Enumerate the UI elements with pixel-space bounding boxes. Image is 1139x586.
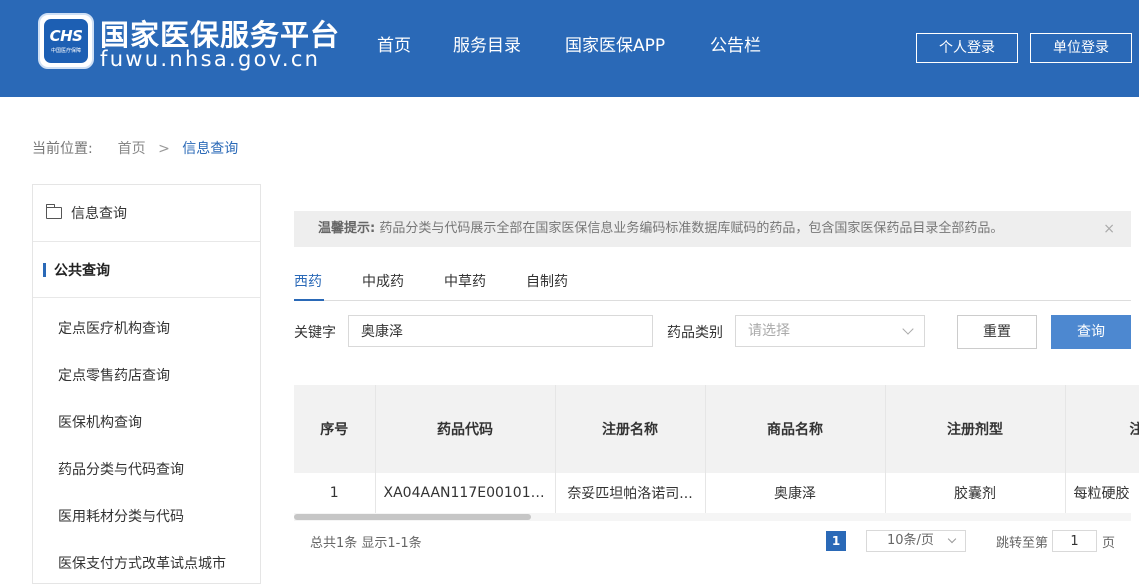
active-indicator [43,262,46,277]
sidebar: 信息查询 公共查询 定点医疗机构查询 定点零售药店查询 医保机构查询 药品分类与… [32,184,261,584]
keyword-label: 关键字 [294,325,336,341]
sidebar-head[interactable]: 信息查询 [33,185,260,242]
nav-service-catalog[interactable]: 服务目录 [453,31,521,56]
results-table-container: 序号 药品代码 注册名称 商品名称 注册剂型 注 1 XA04AAN117E00… [294,385,1139,513]
page-size-select[interactable]: 10条/页 [866,530,966,552]
tab-chinese-herbal[interactable]: 中草药 [444,271,486,291]
column-header-dosage-form: 注册剂型 [885,385,1066,473]
breadcrumb-prefix: 当前位置: [32,141,93,157]
pagination-total: 总共1条 显示1-1条 [310,536,422,551]
breadcrumb-separator-icon: > [158,141,170,157]
drug-type-tabs: 西药 中成药 中草药 自制药 [294,264,1131,301]
close-icon[interactable]: × [1103,211,1115,247]
jump-page-input[interactable] [1052,530,1097,552]
chs-logo[interactable]: CHS 中国医疗保障 [38,13,94,69]
column-header-drug-code: 药品代码 [375,385,556,473]
category-placeholder: 请选择 [748,323,790,339]
site-header: CHS 中国医疗保障 国家医保服务平台 fuwu.nhsa.gov.cn 首页 … [0,0,1139,97]
tab-self-made[interactable]: 自制药 [526,271,568,291]
sidebar-item-medical-institution[interactable]: 定点医疗机构查询 [33,304,260,351]
logo-text: CHS [49,27,83,45]
table-row[interactable]: 1 XA04AAN117E0010101... 奈妥匹坦帕洛诺司... 奥康泽 … [294,473,1139,513]
page-number-current[interactable]: 1 [826,531,846,551]
sidebar-group-label: 公共查询 [54,262,110,279]
cell-drug-code: XA04AAN117E0010101... [375,473,556,513]
query-button[interactable]: 查询 [1051,315,1131,349]
sidebar-group-public-query[interactable]: 公共查询 [33,242,260,298]
column-header-registered-name: 注册名称 [555,385,706,473]
logo-subtext: 中国医疗保障 [50,48,81,54]
sidebar-item-medical-consumables[interactable]: 医用耗材分类与代码 [33,492,260,539]
column-header-index: 序号 [294,385,376,473]
sidebar-item-retail-pharmacy[interactable]: 定点零售药店查询 [33,351,260,398]
breadcrumb-home[interactable]: 首页 [118,141,146,157]
cell-index: 1 [294,473,376,513]
cell-registered-name: 奈妥匹坦帕洛诺司... [555,473,706,513]
cell-product-name: 奥康泽 [705,473,886,513]
chevron-down-icon [947,534,957,544]
site-domain: fuwu.nhsa.gov.cn [100,47,321,71]
nav-home[interactable]: 首页 [377,31,411,56]
notice-text: 药品分类与代码展示全部在国家医保信息业务编码标准数据库赋码的药品，包含国家医保药… [379,221,1004,236]
category-label: 药品类别 [667,325,723,341]
table-header-row: 序号 药品代码 注册名称 商品名称 注册剂型 注 [294,385,1139,473]
results-table: 序号 药品代码 注册名称 商品名称 注册剂型 注 1 XA04AAN117E00… [294,385,1139,513]
jump-unit: 页 [1102,536,1116,551]
page-size-value: 10条/页 [887,533,934,548]
active-tab-underline [294,299,324,301]
cell-dosage-form: 胶囊剂 [885,473,1066,513]
category-select[interactable]: 请选择 [735,315,925,347]
sidebar-item-drug-classification[interactable]: 药品分类与代码查询 [33,445,260,492]
personal-login-button[interactable]: 个人登录 [916,33,1018,63]
keyword-input[interactable] [348,315,653,347]
notice-label: 温馨提示: [318,221,376,236]
tab-chinese-patent-medicine[interactable]: 中成药 [362,271,404,291]
chevron-down-icon [902,323,914,335]
notice-banner: 温馨提示: 药品分类与代码展示全部在国家医保信息业务编码标准数据库赋码的药品，包… [294,211,1131,247]
sidebar-item-insurance-agency[interactable]: 医保机构查询 [33,398,260,445]
column-header-spec: 注 [1065,385,1139,473]
column-header-product-name: 商品名称 [705,385,886,473]
horizontal-scrollbar[interactable] [294,513,1131,521]
sidebar-head-label: 信息查询 [71,206,127,222]
scrollbar-thumb[interactable] [294,514,531,520]
nav-app[interactable]: 国家医保APP [565,31,665,56]
breadcrumb: 当前位置: 首页 > 信息查询 [32,138,238,158]
unit-login-button[interactable]: 单位登录 [1030,33,1132,63]
breadcrumb-current: 信息查询 [182,141,239,157]
folder-icon [45,204,62,219]
sidebar-item-payment-reform[interactable]: 医保支付方式改革试点城市 [33,539,260,586]
jump-label: 跳转至第 [996,536,1049,551]
tab-western-medicine[interactable]: 西药 [294,271,322,291]
cell-spec: 每粒硬胶 [1065,473,1139,513]
reset-button[interactable]: 重置 [957,315,1037,349]
nav-bulletin[interactable]: 公告栏 [710,31,761,56]
